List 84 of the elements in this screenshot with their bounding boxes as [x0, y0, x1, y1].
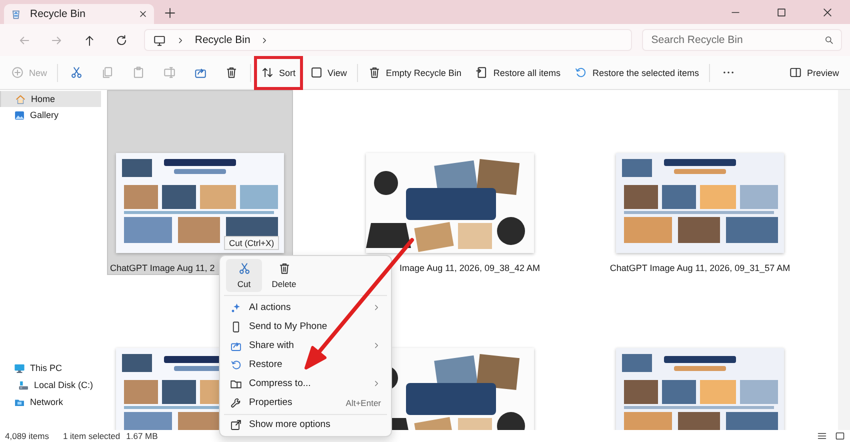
sidebar-item[interactable]: Gallery [0, 107, 101, 123]
open-box-icon [230, 418, 242, 430]
menu-item[interactable]: Compress to... [224, 374, 387, 393]
sparkle-icon [230, 302, 242, 314]
close-icon [822, 6, 832, 18]
scrollbar[interactable] [838, 90, 850, 430]
view-button[interactable]: View [302, 56, 354, 90]
monitor-icon [14, 362, 25, 374]
file-name: ChatGPT Image Aug 11, 2026, 09_31_57 AM [610, 263, 790, 273]
menu-item-label: Share with [249, 340, 295, 351]
folder-icon [230, 378, 242, 390]
search-field[interactable]: Search Recycle Bin [642, 29, 842, 51]
sidebar-label: Network [30, 397, 64, 407]
wrench-icon [230, 396, 242, 408]
menu-item-label: Restore [249, 359, 284, 370]
sidebar-item[interactable]: Network [0, 394, 101, 410]
back-arrow-icon [18, 34, 31, 46]
scissors-icon [70, 66, 84, 79]
tooltip: Cut (Ctrl+X) [224, 236, 280, 250]
copy-icon [101, 66, 114, 79]
sidebar-label: Gallery [30, 110, 59, 120]
restore-all-button[interactable]: Restore all items [468, 56, 568, 90]
selection-info: 1 item selected [62, 431, 120, 441]
undo-arrow-icon [574, 66, 588, 79]
plus-icon [164, 7, 176, 19]
preview-button[interactable]: Preview [782, 56, 846, 90]
file-name: Image Aug 11, 2026, 09_38_42 AM [400, 263, 540, 273]
file-name: ChatGPT Image Aug 11, 2 [110, 263, 215, 273]
selection-size: 1.67 MB [126, 431, 158, 441]
chevron-icon [372, 379, 381, 388]
menu-item[interactable]: Properties Alt+Enter [224, 393, 387, 412]
chevron-icon [372, 303, 381, 312]
shortcut-label: Alt+Enter [346, 398, 381, 408]
restore-button[interactable]: Restore the selected items [567, 56, 706, 90]
search-icon [824, 35, 834, 45]
sidebar-item[interactable]: Home [0, 91, 101, 107]
cut-action[interactable]: Cut [226, 259, 262, 292]
house-icon [15, 94, 26, 104]
menu-item-label: AI actions [249, 302, 292, 313]
monitor-icon [152, 34, 166, 46]
menu-item[interactable]: Send to My Phone [224, 317, 387, 336]
image-icon [14, 110, 25, 120]
undo-arrow-icon [230, 358, 242, 370]
phone-icon [230, 320, 242, 332]
forward-arrow-icon [50, 34, 64, 46]
share-icon [230, 340, 242, 352]
sort-icon [261, 66, 274, 79]
sort-button[interactable]: Sort [254, 56, 303, 90]
trash-icon [225, 66, 238, 79]
sidebar-label: This PC [30, 363, 62, 373]
tab-title: Recycle Bin [30, 8, 86, 20]
menu-item[interactable]: AI actions [224, 298, 387, 317]
clipboard-icon [132, 66, 146, 79]
list-view-icon [817, 431, 827, 441]
breadcrumb[interactable]: Recycle Bin [194, 34, 250, 46]
square-icon [310, 66, 323, 79]
menu-item[interactable]: Show more options [224, 415, 387, 434]
preview-pane-icon [788, 66, 802, 79]
menu-item[interactable]: Restore [224, 355, 387, 374]
address-bar[interactable]: Recycle Bin [144, 29, 632, 51]
sidebar-item[interactable]: This PC [0, 360, 101, 376]
recycle-bin-icon [10, 8, 22, 20]
menu-item[interactable]: Share with [224, 336, 387, 355]
rename-icon [163, 66, 176, 79]
maximize-icon [776, 6, 786, 18]
window-tab[interactable]: Recycle Bin [4, 4, 154, 24]
sidebar-label: Local Disk (C:) [34, 380, 94, 390]
refresh-icon [115, 34, 128, 46]
drive-icon [18, 380, 29, 390]
empty-button[interactable]: Empty Recycle Bin [360, 56, 468, 90]
menu-item-label: Send to My Phone [249, 321, 328, 332]
chevron-icon [372, 341, 381, 350]
share-icon [194, 66, 208, 79]
menu-item-label: Properties [249, 397, 294, 408]
sidebar-label: Home [31, 94, 56, 104]
menu-item-label: Compress to... [249, 378, 312, 389]
close-icon [138, 9, 148, 19]
plus-circle-icon [11, 66, 24, 79]
trash-icon [368, 66, 381, 79]
item-count: 4,089 items [5, 431, 49, 441]
sidebar-item[interactable]: Local Disk (C:) [0, 377, 101, 393]
scissors-icon [238, 262, 250, 275]
tile-view-icon [835, 431, 845, 441]
trash-icon [278, 262, 290, 275]
